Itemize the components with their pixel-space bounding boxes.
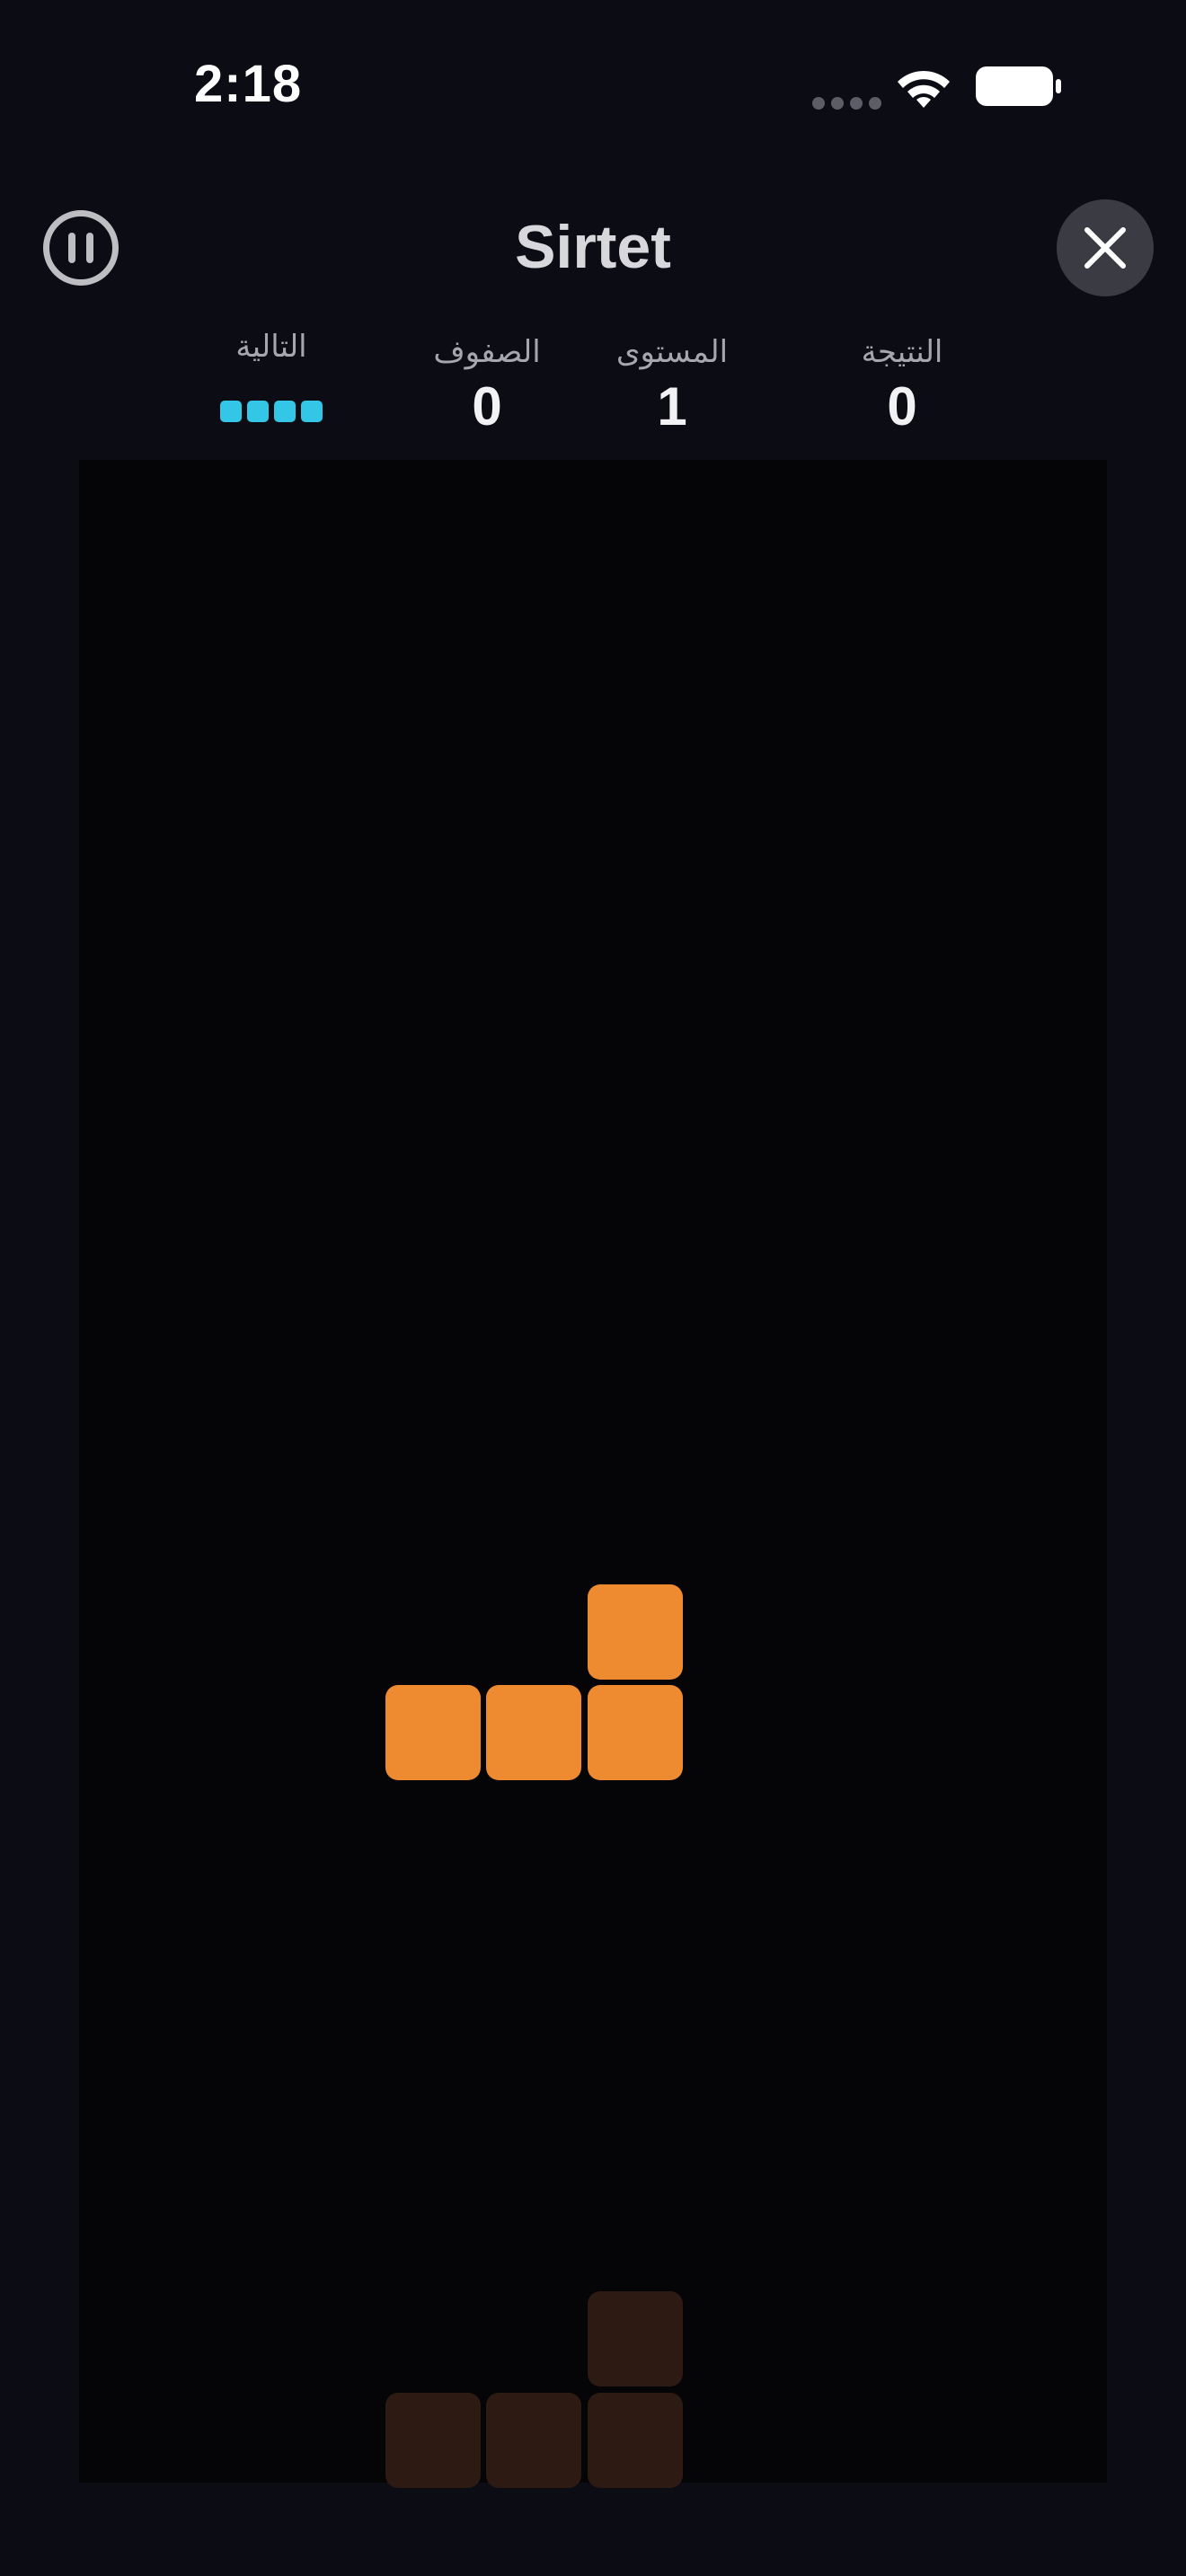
close-button[interactable] (1057, 199, 1154, 296)
lines-value: 0 (472, 376, 502, 437)
next-piece-cell (247, 401, 269, 422)
active-piece-cell (385, 1685, 481, 1780)
score-stat: النتيجة 0 (803, 334, 1001, 438)
next-piece-preview (173, 401, 370, 422)
next-label: التالية (235, 329, 307, 365)
level-stat: المستوى 1 (573, 334, 771, 438)
ghost-piece-cell (587, 2392, 683, 2488)
level-value: 1 (657, 376, 687, 437)
ghost-piece-cell (587, 2291, 683, 2386)
wifi-icon (898, 70, 950, 108)
ghost-piece-cell (385, 2392, 481, 2488)
game-board[interactable] (79, 460, 1107, 2488)
active-piece-cell (486, 1685, 581, 1780)
next-piece-stat: التالية (173, 329, 370, 422)
next-piece-cell (301, 401, 323, 422)
xmark-icon (1084, 227, 1126, 269)
battery-icon (976, 66, 1061, 106)
game-title: Sirtet (515, 213, 671, 281)
ghost-piece-cell (486, 2392, 581, 2488)
active-piece-cell (587, 1584, 683, 1680)
next-piece-cell (220, 401, 242, 422)
lines-stat: الصفوف 0 (388, 334, 586, 438)
lines-label: الصفوف (433, 334, 541, 370)
score-value: 0 (887, 376, 917, 437)
cellular-signal-icon (812, 97, 881, 110)
game-screen: 2:18 Sirtet النتيجة 0 المستوى 1 الصفوف 0… (0, 0, 1186, 2576)
status-time: 2:18 (194, 55, 303, 113)
active-piece-cell (587, 1685, 683, 1780)
level-label: المستوى (615, 334, 729, 370)
next-piece-cell (274, 401, 296, 422)
score-label: النتيجة (861, 334, 943, 370)
